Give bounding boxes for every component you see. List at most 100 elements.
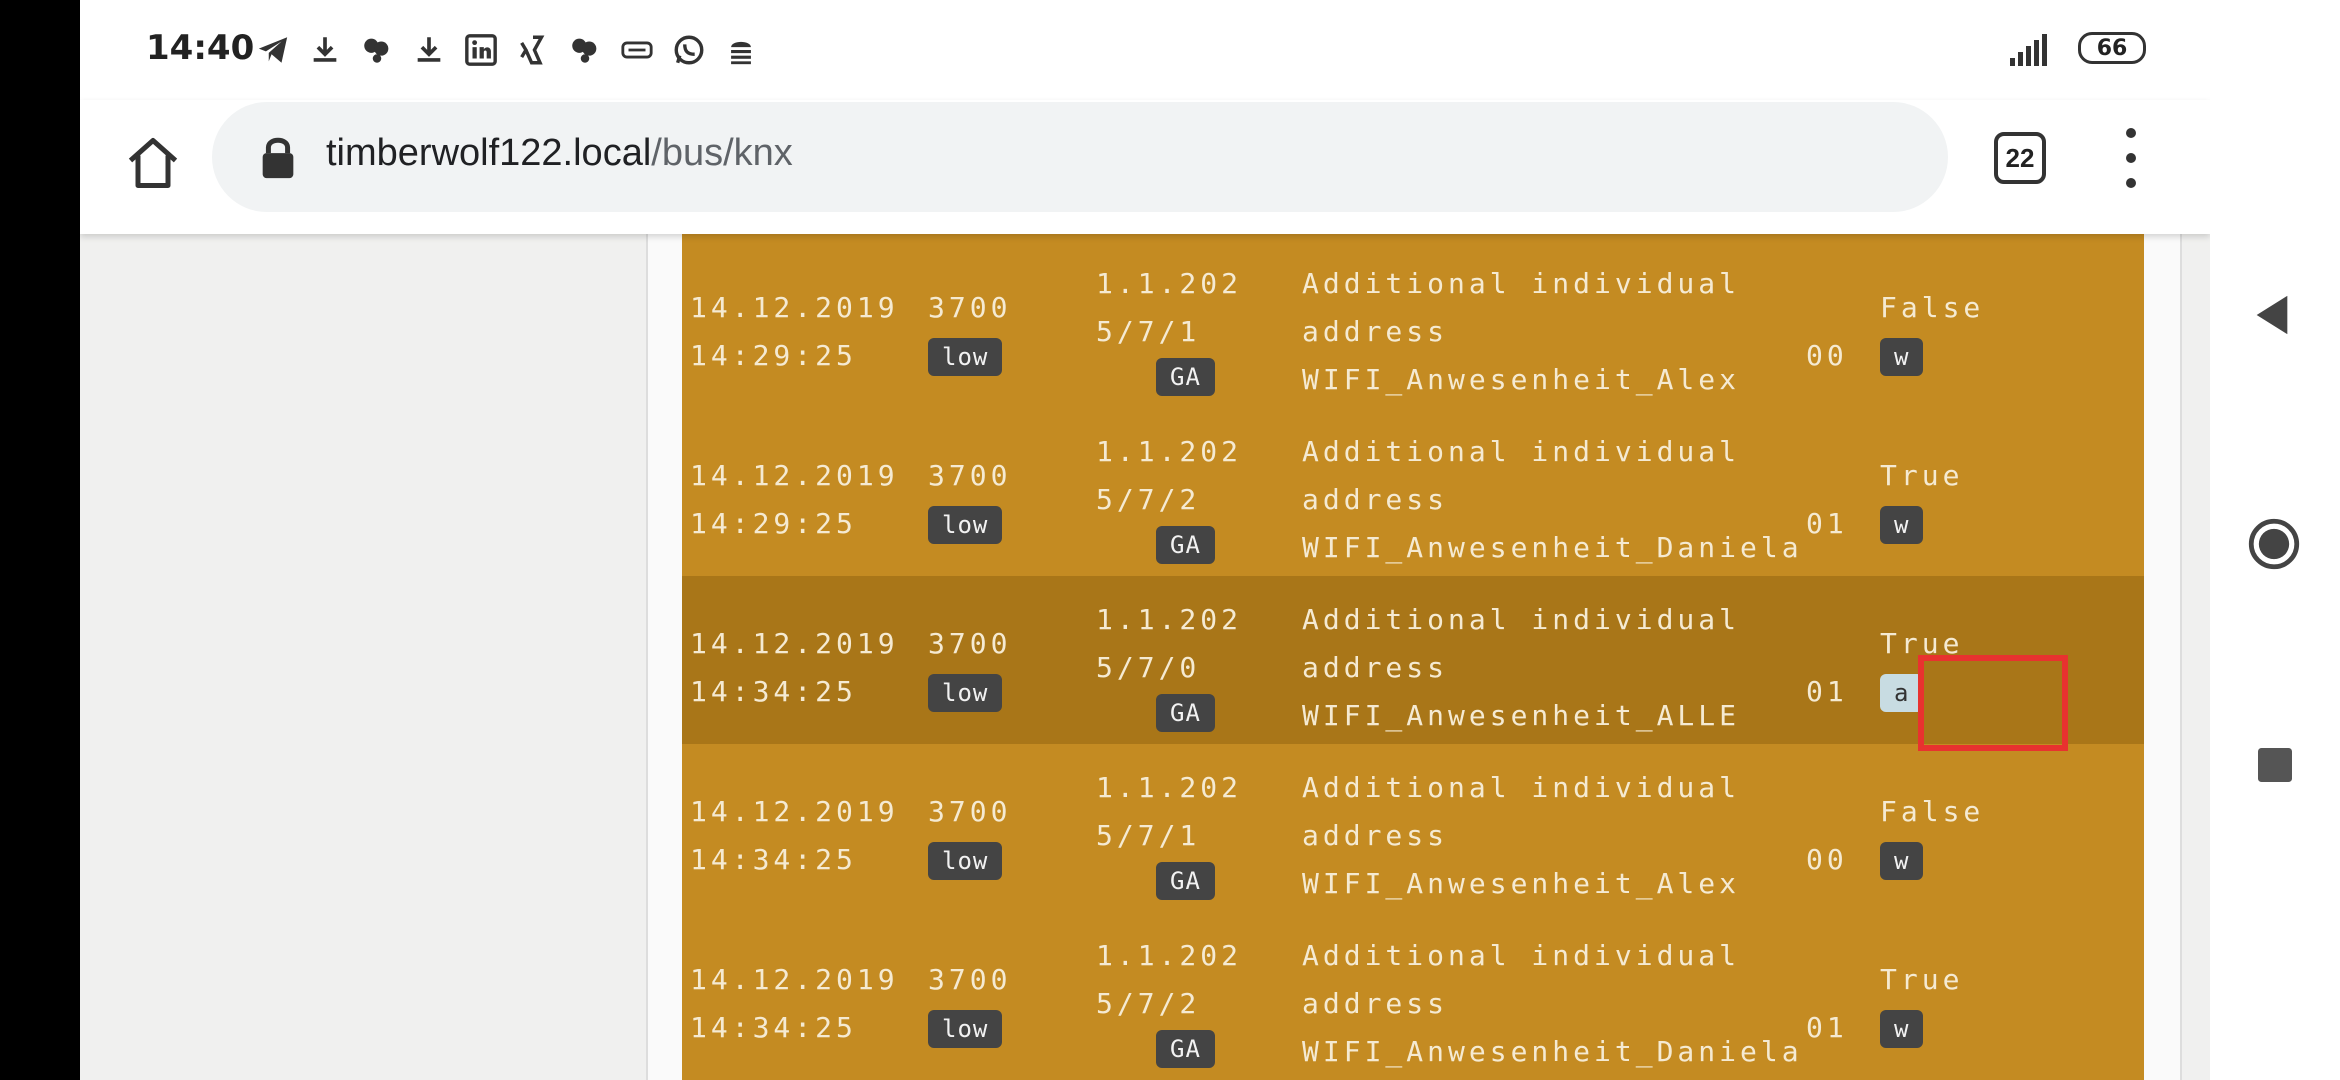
overflow-menu-button[interactable] <box>2116 128 2146 188</box>
decoded-value-text: False <box>1880 291 1985 324</box>
home-icon <box>128 138 178 188</box>
group-address-cell: 1.1.202 5/7/2 <box>1096 428 1242 524</box>
phone-screen: 14:40 66 timberwolf122.local/bus/knx 22 … <box>80 0 2210 1080</box>
timestamp-cell: 14.12.2019 14:34:25 <box>690 788 899 884</box>
address-bar[interactable]: timberwolf122.local/bus/knx <box>212 102 1948 212</box>
raw-value-cell: 01 <box>1806 620 1848 716</box>
decoded-value-text: False <box>1880 795 1985 828</box>
source-text: 3700 <box>928 963 1012 996</box>
priority-badge: low <box>928 842 1003 880</box>
time-text: 14:34:25 <box>690 843 857 876</box>
description-line-3: WIFI_Anwesenheit_ALLE <box>1302 699 1741 732</box>
ga-badge: GA <box>1156 526 1215 564</box>
raw-value-text: 01 <box>1806 675 1848 708</box>
decoded-value-text: True <box>1880 963 1964 996</box>
description-line-2: address <box>1302 651 1449 684</box>
time-text: 14:29:25 <box>690 339 857 372</box>
source-text: 3700 <box>928 291 1012 324</box>
home-circle-icon[interactable] <box>2248 518 2300 570</box>
url-text[interactable]: timberwolf122.local/bus/knx <box>326 132 793 175</box>
raw-value-text: 00 <box>1806 339 1848 372</box>
address-line-2: 5/7/1 <box>1096 819 1201 852</box>
xing-icon <box>508 28 558 72</box>
android-debug-icon <box>716 28 766 72</box>
decoded-value-text: True <box>1880 459 1964 492</box>
page-content: 14.12.2019 14:29:25 3700 low 1.1.202 5/7… <box>80 234 2210 1080</box>
raw-value-text: 01 <box>1806 1011 1848 1044</box>
ga-badge: GA <box>1156 1030 1215 1068</box>
timestamp-cell: 14.12.2019 14:29:25 <box>690 452 899 548</box>
type-badge[interactable]: w <box>1880 338 1924 376</box>
raw-value-cell: 00 <box>1806 284 1848 380</box>
type-badge[interactable]: a <box>1880 674 1924 712</box>
description-cell: Additional individual address WIFI_Anwes… <box>1302 764 1740 908</box>
download-icon <box>404 28 454 72</box>
group-address-cell: 1.1.202 5/7/0 <box>1096 596 1242 692</box>
type-badge[interactable]: w <box>1880 1010 1924 1048</box>
priority-badge: low <box>928 674 1003 712</box>
description-line-1: Additional individual <box>1302 771 1741 804</box>
description-line-1: Additional individual <box>1302 435 1741 468</box>
heart-group-icon <box>560 28 610 72</box>
ga-badge: GA <box>1156 694 1215 732</box>
timestamp-cell: 14.12.2019 14:29:25 <box>690 284 899 380</box>
source-cell: 3700 low <box>928 452 1011 548</box>
vpn-icon <box>612 28 662 72</box>
type-badge[interactable]: w <box>1880 842 1924 880</box>
address-line-1: 1.1.202 <box>1096 435 1243 468</box>
address-line-2: 5/7/2 <box>1096 987 1201 1020</box>
source-cell: 3700 low <box>928 788 1011 884</box>
recents-icon[interactable] <box>2258 748 2292 782</box>
linkedin-icon <box>456 28 506 72</box>
description-line-2: address <box>1302 987 1449 1020</box>
address-line-1: 1.1.202 <box>1096 603 1243 636</box>
back-icon[interactable] <box>2252 292 2292 338</box>
table-row[interactable]: 14.12.2019 14:34:25 3700 low 1.1.202 5/7… <box>682 912 2144 1080</box>
priority-badge: low <box>928 506 1003 544</box>
description-line-3: WIFI_Anwesenheit_Daniela <box>1302 531 1803 564</box>
signal-strength-icon <box>2010 34 2047 66</box>
ga-badge: GA <box>1156 862 1215 900</box>
date-text: 14.12.2019 <box>690 291 899 324</box>
home-button[interactable] <box>116 126 190 200</box>
group-address-cell: 1.1.202 5/7/1 <box>1096 764 1242 860</box>
priority-badge: low <box>928 338 1003 376</box>
date-text: 14.12.2019 <box>690 459 899 492</box>
telegram-icon <box>248 28 298 72</box>
menu-dot-icon <box>2126 153 2136 163</box>
address-line-1: 1.1.202 <box>1096 771 1243 804</box>
type-badge[interactable]: w <box>1880 506 1924 544</box>
whatsapp-icon <box>664 28 714 72</box>
time-text: 14:29:25 <box>690 507 857 540</box>
source-cell: 3700 low <box>928 620 1011 716</box>
heart-group-icon <box>352 28 402 72</box>
description-line-1: Additional individual <box>1302 939 1741 972</box>
description-cell: Additional individual address WIFI_Anwes… <box>1302 932 1803 1076</box>
group-address-cell: 1.1.202 5/7/1 <box>1096 260 1242 356</box>
source-cell: 3700 low <box>928 956 1011 1052</box>
menu-dot-icon <box>2126 128 2136 138</box>
source-text: 3700 <box>928 795 1012 828</box>
description-line-3: WIFI_Anwesenheit_Alex <box>1302 867 1741 900</box>
time-text: 14:34:25 <box>690 1011 857 1044</box>
notification-icons <box>248 28 766 72</box>
source-text: 3700 <box>928 459 1012 492</box>
value-cell: True w <box>1880 956 1963 1052</box>
priority-badge: low <box>928 1010 1003 1048</box>
description-line-3: WIFI_Anwesenheit_Daniela <box>1302 1035 1803 1068</box>
table-row[interactable]: 14.12.2019 14:29:25 3700 low 1.1.202 5/7… <box>682 240 2144 408</box>
address-line-2: 5/7/2 <box>1096 483 1201 516</box>
timestamp-cell: 14.12.2019 14:34:25 <box>690 620 899 716</box>
table-row[interactable]: 14.12.2019 14:29:25 3700 low 1.1.202 5/7… <box>682 408 2144 576</box>
status-bar: 14:40 66 <box>80 0 2210 100</box>
source-cell: 3700 low <box>928 284 1011 380</box>
table-row[interactable]: 14.12.2019 14:34:25 3700 low 1.1.202 5/7… <box>682 744 2144 912</box>
battery-indicator: 66 <box>2078 32 2146 64</box>
raw-value-text: 01 <box>1806 507 1848 540</box>
description-cell: Additional individual address WIFI_Anwes… <box>1302 428 1803 572</box>
system-navigation-bar <box>2210 0 2340 1080</box>
address-line-2: 5/7/0 <box>1096 651 1201 684</box>
status-clock: 14:40 <box>146 28 255 68</box>
address-line-1: 1.1.202 <box>1096 267 1243 300</box>
tab-switcher-button[interactable]: 22 <box>1994 132 2046 184</box>
